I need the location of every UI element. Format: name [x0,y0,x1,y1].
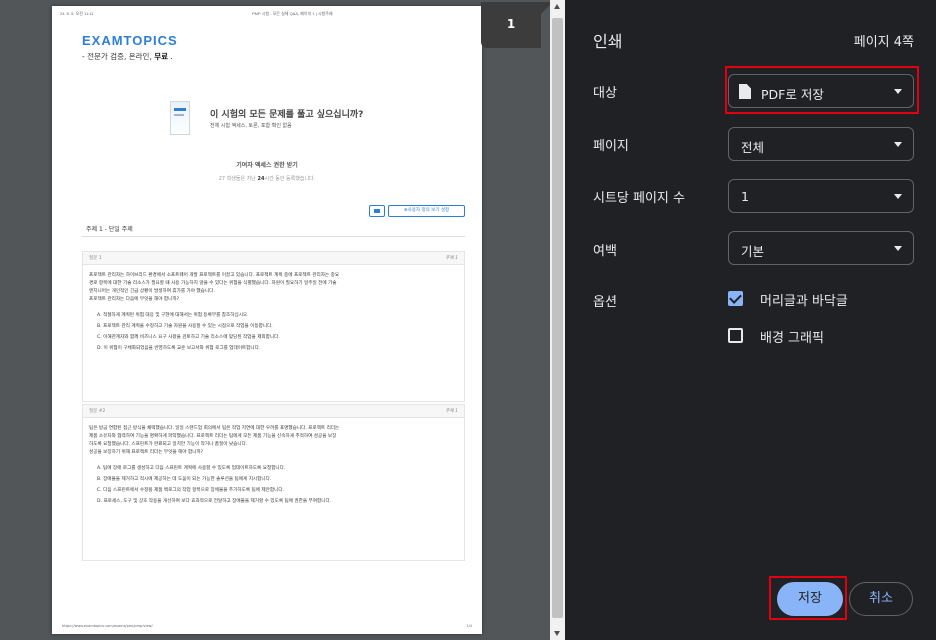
margins-select[interactable]: 기본 [728,231,914,265]
question-text-line: 하도록 요청했습니다. 스프린트가 완료되고 일치만 기능이 작거나 품질이 낮… [89,442,248,447]
destination-select[interactable]: PDF로 저장 [728,74,914,108]
pages-per-sheet-select[interactable]: 1 [728,179,914,213]
custom-view-button: ⊕사용자 정의 보기 설정 [388,205,465,217]
margins-label: 여백 [593,244,617,259]
page-footer-number: 1/4 [466,624,472,628]
pdf-document-icon [739,84,751,99]
tagline: - 전문가 검증, 온라인, 무료 . [82,51,173,62]
tagline-bold: 무료 [154,52,169,61]
answer-options: A. 적절하게 계획된 위험 대응 및 구현에 대해서는 위험 등록부를 참조하… [89,312,458,356]
contributor-access-link: 기여자 액세스 권한 받기 [236,162,298,169]
pages-select[interactable]: 전체 [728,127,914,161]
page-header-date: 24. 5. 5. 오전 11:11 [60,11,94,16]
tagline-text: - 전문가 검증, 온라인, [82,52,152,61]
answer-option: C. 이해관계자와 함께 비즈니스 요구 사항을 검토하고 기술 리소스에 맞당… [97,335,280,340]
tagline-end: . [170,52,173,61]
answer-option: B. 프로젝트 관리 계획을 수정하고 기술 자원을 사용할 수 있는 시점으로… [97,324,273,329]
answer-option: D. 프로세스, 도구 및 상호 작용을 개선하여 보다 효과적으로 전달하고 … [97,499,332,504]
question-body: 팀은 방금 연합된 접근 방식을 채택했습니다. 일일 스탠드업 회의에서 팀은… [83,418,464,515]
promo-note-prefix: 27 학생들은 지난 [218,176,256,182]
sheet-count: 페이지 4쪽 [853,35,914,50]
chevron-down-icon [894,142,902,147]
answer-options: A. 팀에 장애 로그를 생성하고 다음 스프린트 계획에 사용할 수 있도록 … [89,465,458,509]
print-dialog-title: 인쇄 [593,32,623,51]
question-text-line: 프로젝트 관리자는 다음에 무엇을 해야 합니까? [89,297,180,302]
examtopics-logo: EXAMTOPICS [82,33,178,48]
headers-footers-checkbox[interactable] [728,291,743,306]
margins-value: 기본 [741,244,765,259]
answer-option: A. 적절하게 계획된 위험 대응 및 구현에 대해서는 위험 등록부를 참조하… [97,313,249,318]
pages-label: 페이지 [593,139,629,154]
headers-footers-label[interactable]: 머리글과 바닥글 [760,290,848,309]
question-header: 질문 1 주제 1 [83,252,464,265]
question-text-line: 경로 항목에 대한 기술 리소스가 필요할 때 사용 가능하지 않을 수 있다는… [89,281,337,286]
destination-value: PDF로 저장 [761,87,824,102]
preview-scrollbar[interactable] [550,0,565,640]
topic-bar: 주제 1 - 단일 주제 [82,223,465,237]
question-body: 프로젝트 관리자는 하이브리드 환경에서 소프트웨어 개발 프로젝트를 이끌고 … [83,265,464,362]
chevron-down-icon [894,246,902,251]
preview-page: 24. 5. 5. 오전 11:11 PMP 시험 - 모든 실제 Q&A, 페… [52,6,482,634]
print-settings-panel: 인쇄 페이지 4쪽 대상 PDF로 저장 페이지 전체 시트당 페이지 수 1 … [565,0,936,640]
question-topic: 주제 1 [445,409,458,414]
pages-per-sheet-label: 시트당 페이지 수 [593,191,685,206]
print-icon [369,205,385,217]
background-graphics-label[interactable]: 배경 그래픽 [760,327,824,346]
pages-value: 전체 [741,140,765,155]
print-preview-area: 24. 5. 5. 오전 11:11 PMP 시험 - 모든 실제 Q&A, 페… [0,0,565,640]
page-header-title: PMP 시험 - 모든 실제 Q&A, 페이지 1 | 시험주제 [252,11,333,16]
chevron-down-icon [894,194,902,199]
promo-title: 이 시험의 모든 문제를 풀고 싶으십니까? [210,110,364,120]
chevron-down-icon [894,89,902,94]
question-header: 질문 #2 주제 1 [83,405,464,418]
cancel-button[interactable]: 취소 [849,582,913,616]
question-topic: 주제 1 [445,256,458,261]
question-number: 질문 #2 [89,409,106,414]
destination-label: 대상 [593,86,617,101]
save-button[interactable]: 저장 [777,582,843,616]
promo-note: 27 학생들은 지난 24시간 동안 등록했습니다. [52,175,482,182]
page-footer-url: https://www.examtopics.com/exams/pmi/pmp… [62,624,153,628]
scroll-up-arrow-icon[interactable] [554,4,560,9]
question-text-line: 프로젝트 관리자는 하이브리드 환경에서 소프트웨어 개발 프로젝트를 이끌고 … [89,273,340,278]
page-number-indicator: 1 [481,2,541,48]
question-text-line: 성공을 보장하기 위해 프로젝트 리더는 무엇을 해야 합니까? [89,450,204,455]
promo-note-suffix: 시간 동안 등록했습니다. [264,176,316,182]
product-box-image [170,101,190,135]
answer-option: A. 팀에 장애 로그를 생성하고 다음 스프린트 계획에 사용할 수 있도록 … [97,466,286,471]
scroll-down-arrow-icon[interactable] [554,631,560,636]
options-label: 옵션 [593,295,617,310]
question-text-line: 팀은 방금 연합된 접근 방식을 채택했습니다. 일일 스탠드업 회의에서 팀은… [89,426,340,431]
question-number: 질문 1 [89,256,102,261]
background-graphics-checkbox[interactable] [728,328,743,343]
answer-option: D. 이 위험이 구체화되었음을 반영하도록 교훈 보고서와 위험 로그를 업데… [97,346,261,351]
promo-subtitle: 전체 시험 액세스, 토론, 포함 확인 없음 [210,123,292,129]
scrollbar-thumb[interactable] [552,18,563,618]
answer-option: B. 장애물을 제거하고 적시에 제공하는 데 도움이 되는 가능한 솔루션을 … [97,477,272,482]
pages-per-sheet-value: 1 [741,189,749,204]
question-card: 질문 1 주제 1 프로젝트 관리자는 하이브리드 환경에서 소프트웨어 개발 … [82,251,465,402]
answer-option: C. 다음 스프린트에서 수정될 제품 백로그의 작업 항목으로 장애물을 추가… [97,488,285,493]
question-card: 질문 #2 주제 1 팀은 방금 연합된 접근 방식을 채택했습니다. 일일 스… [82,404,465,561]
question-text-line: 엔지니어는 개인적인 긴급 상황이 발생하여 휴가를 가야 했습니다. [89,289,215,294]
question-text-line: 제품 소유자와 협력하여 기능을 명확하게 파악했습니다. 프로젝트 리더는 팀… [89,434,337,439]
